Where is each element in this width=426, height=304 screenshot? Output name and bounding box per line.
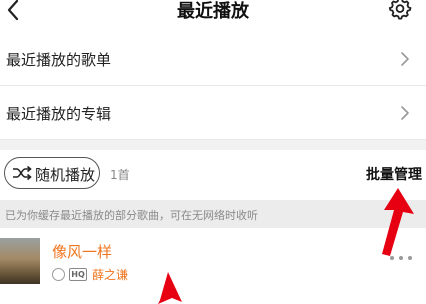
song-artist: 薛之谦 bbox=[92, 268, 129, 282]
page-title: 最近播放 bbox=[177, 1, 249, 22]
cache-notice-text: 已为你缓存最近播放的部分歌曲，可在无网络时收听 bbox=[5, 209, 258, 222]
song-title: 像风一样 bbox=[52, 243, 113, 261]
gear-icon[interactable] bbox=[388, 0, 412, 20]
chevron-right-icon bbox=[401, 52, 409, 66]
header-bar: 最近播放 bbox=[0, 0, 426, 28]
annotation-arrow-down bbox=[158, 272, 182, 304]
section-divider bbox=[0, 140, 426, 150]
shuffle-play-label: 随机播放 bbox=[35, 166, 96, 184]
cache-notice: 已为你缓存最近播放的部分歌曲，可在无网络时收听 bbox=[0, 200, 426, 228]
song-list-item[interactable]: 像风一样 HQ 薛之谦 bbox=[0, 234, 426, 294]
album-cover bbox=[0, 238, 40, 284]
shuffle-play-button[interactable]: 随机播放 bbox=[4, 157, 100, 189]
song-toolbar: 随机播放 1首 批量管理 bbox=[0, 150, 426, 196]
annotation-arrow-up bbox=[382, 188, 414, 256]
recent-albums-label: 最近播放的专辑 bbox=[6, 105, 112, 123]
recent-playlists-row[interactable]: 最近播放的歌单 bbox=[0, 32, 426, 86]
hq-badge: HQ bbox=[69, 268, 87, 281]
chevron-right-icon bbox=[401, 106, 409, 120]
recent-albums-row[interactable]: 最近播放的专辑 bbox=[0, 86, 426, 140]
recent-playlists-label: 最近播放的歌单 bbox=[6, 51, 112, 69]
song-count: 1首 bbox=[110, 168, 130, 182]
shuffle-icon bbox=[13, 165, 32, 181]
downloaded-icon bbox=[52, 268, 65, 281]
batch-manage-button[interactable]: 批量管理 bbox=[366, 164, 422, 184]
